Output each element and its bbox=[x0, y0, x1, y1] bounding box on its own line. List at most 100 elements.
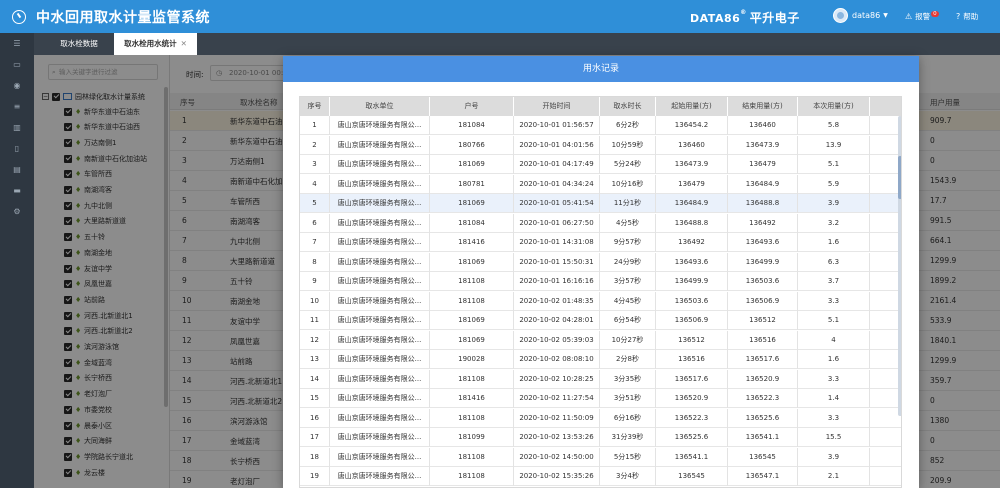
table-cell: 7 bbox=[300, 233, 330, 252]
user-menu[interactable]: data86 ▼ bbox=[833, 8, 888, 23]
table-row[interactable]: 10 唐山京唐环境服务有限公... 181108 2020-10-02 01:48:3… bbox=[300, 291, 901, 311]
table-cell: 3 bbox=[300, 155, 330, 174]
table-cell: 3.9 bbox=[798, 447, 870, 467]
table-cell: 136525.6 bbox=[728, 408, 798, 428]
table-cell: 16 bbox=[300, 408, 330, 428]
table-cell: 136545 bbox=[728, 447, 798, 467]
table-cell: 18 bbox=[300, 447, 330, 467]
table-cell: 1 bbox=[300, 116, 330, 135]
table-row[interactable]: 9 唐山京唐环境服务有限公... 181108 2020-10-01 16:16:16… bbox=[300, 272, 901, 291]
menu-icon[interactable]: ☰ bbox=[0, 33, 34, 54]
column-header: 结束用量(方) bbox=[728, 97, 798, 116]
scroll-thumb[interactable] bbox=[898, 156, 901, 199]
table-cell: 181108 bbox=[430, 467, 514, 486]
table-cell: 4 bbox=[798, 330, 870, 350]
table-row[interactable]: 12 唐山京唐环境服务有限公... 181069 2020-10-02 05:39:0… bbox=[300, 330, 901, 350]
table-row[interactable]: 17 唐山京唐环境服务有限公... 181099 2020-10-02 13:53:2… bbox=[300, 428, 901, 447]
table-cell: 2020-10-02 11:50:09 bbox=[514, 408, 600, 428]
table-cell: 2020-10-02 15:35:26 bbox=[514, 467, 600, 486]
list-icon[interactable]: ≡ bbox=[0, 96, 34, 117]
location-icon[interactable]: ◉ bbox=[0, 75, 34, 96]
help-button[interactable]: ? 帮助 bbox=[956, 11, 978, 22]
table-row[interactable]: 1 唐山京唐环境服务有限公... 181084 2020-10-01 01:56:57… bbox=[300, 116, 901, 135]
power-icon bbox=[12, 9, 26, 24]
brand-cn: 平升电子 bbox=[749, 11, 800, 25]
table-row[interactable]: 11 唐山京唐环境服务有限公... 181069 2020-10-02 04:28:0… bbox=[300, 311, 901, 330]
table-cell: 136517.6 bbox=[656, 369, 728, 389]
table-cell: 9 bbox=[300, 272, 330, 291]
tab-hydrant-stats[interactable]: 取水栓用水统计 ✕ bbox=[114, 33, 197, 55]
table-row[interactable]: 6 唐山京唐环境服务有限公... 181084 2020-10-01 06:27:50… bbox=[300, 213, 901, 233]
table-row[interactable]: 7 唐山京唐环境服务有限公... 181416 2020-10-01 14:31:08… bbox=[300, 233, 901, 252]
table-cell: 136493.6 bbox=[656, 252, 728, 272]
table-row[interactable]: 16 唐山京唐环境服务有限公... 181108 2020-10-02 11:50:0… bbox=[300, 408, 901, 428]
bell-icon: ⚠ bbox=[905, 12, 913, 21]
table-cell: 181069 bbox=[430, 311, 514, 330]
table-cell: 2020-10-02 05:39:03 bbox=[514, 330, 600, 350]
table-cell: 24分9秒 bbox=[600, 252, 656, 272]
table-row[interactable]: 19 唐山京唐环境服务有限公... 181108 2020-10-02 15:35:2… bbox=[300, 467, 901, 486]
book-icon[interactable]: ▯ bbox=[0, 138, 34, 159]
monitor-icon[interactable]: ▭ bbox=[0, 54, 34, 75]
table-cell: 4 bbox=[300, 174, 330, 194]
table-cell: 13 bbox=[300, 350, 330, 369]
row-spacer bbox=[870, 448, 901, 467]
table-cell: 2020-10-01 04:34:24 bbox=[514, 174, 600, 194]
table-cell: 唐山京唐环境服务有限公... bbox=[330, 408, 430, 428]
table-cell: 2020-10-02 04:28:01 bbox=[514, 311, 600, 330]
dialog-title: 用水记录 bbox=[283, 56, 919, 82]
table-cell: 唐山京唐环境服务有限公... bbox=[330, 467, 430, 486]
column-header: 取水单位 bbox=[330, 97, 430, 116]
document-icon[interactable]: ▤ bbox=[0, 159, 34, 180]
table-cell: 12 bbox=[300, 330, 330, 350]
column-header: 取水时长 bbox=[600, 97, 656, 116]
row-spacer bbox=[870, 467, 901, 486]
table-cell: 136516 bbox=[728, 330, 798, 350]
table-cell: 136492 bbox=[728, 213, 798, 233]
table-cell: 3分4秒 bbox=[600, 467, 656, 486]
table-cell: 136488.8 bbox=[728, 194, 798, 213]
table-cell: 136516 bbox=[656, 350, 728, 369]
table-row[interactable]: 18 唐山京唐环境服务有限公... 181108 2020-10-02 14:50:0… bbox=[300, 447, 901, 467]
table-cell: 2020-10-02 13:53:26 bbox=[514, 428, 600, 447]
column-header: 本次用量(方) bbox=[798, 97, 870, 116]
table-cell: 唐山京唐环境服务有限公... bbox=[330, 155, 430, 174]
table-row[interactable]: 2 唐山京唐环境服务有限公... 180766 2020-10-01 04:01:56… bbox=[300, 135, 901, 155]
table-row[interactable]: 3 唐山京唐环境服务有限公... 181069 2020-10-01 04:17:49… bbox=[300, 155, 901, 174]
table-cell: 3.2 bbox=[798, 213, 870, 233]
table-cell: 15.5 bbox=[798, 428, 870, 447]
table-cell: 3分51秒 bbox=[600, 389, 656, 408]
table-cell: 唐山京唐环境服务有限公... bbox=[330, 369, 430, 389]
table-cell: 5分15秒 bbox=[600, 447, 656, 467]
table-row[interactable]: 8 唐山京唐环境服务有限公... 181069 2020-10-01 15:50:31… bbox=[300, 252, 901, 272]
table-cell: 6分16秒 bbox=[600, 408, 656, 428]
column-header: 序号 bbox=[300, 97, 330, 116]
table-cell: 2020-10-01 14:31:08 bbox=[514, 233, 600, 252]
table-row[interactable]: 5 唐山京唐环境服务有限公... 181069 2020-10-01 05:41:54… bbox=[300, 194, 901, 213]
close-icon[interactable]: ✕ bbox=[181, 39, 187, 48]
table-cell: 2020-10-01 16:16:16 bbox=[514, 272, 600, 291]
table-cell: 136547.1 bbox=[728, 467, 798, 486]
table-row[interactable]: 4 唐山京唐环境服务有限公... 180781 2020-10-01 04:34:24… bbox=[300, 174, 901, 194]
table-row[interactable]: 15 唐山京唐环境服务有限公... 181416 2020-10-02 11:27:5… bbox=[300, 389, 901, 408]
table-cell: 唐山京唐环境服务有限公... bbox=[330, 428, 430, 447]
table-cell: 181084 bbox=[430, 213, 514, 233]
table-cell: 136525.6 bbox=[656, 428, 728, 447]
table-cell: 2020-10-01 04:17:49 bbox=[514, 155, 600, 174]
table-cell: 2020-10-02 11:27:54 bbox=[514, 389, 600, 408]
screen-icon[interactable]: ▬ bbox=[0, 180, 34, 201]
table-row[interactable]: 13 唐山京唐环境服务有限公... 190028 2020-10-02 08:08:1… bbox=[300, 350, 901, 369]
chart-icon[interactable]: ▥ bbox=[0, 117, 34, 138]
table-cell: 6分2秒 bbox=[600, 116, 656, 135]
settings-icon[interactable]: ⚙ bbox=[0, 201, 34, 222]
column-header: 开始时间 bbox=[514, 97, 600, 116]
table-cell: 136541.1 bbox=[656, 447, 728, 467]
table-cell: 2 bbox=[300, 135, 330, 155]
table-cell: 14 bbox=[300, 369, 330, 389]
table-row[interactable]: 14 唐山京唐环境服务有限公... 181108 2020-10-02 10:28:2… bbox=[300, 369, 901, 389]
column-header: 户号 bbox=[430, 97, 514, 116]
table-cell: 31分39秒 bbox=[600, 428, 656, 447]
alarm-button[interactable]: ⚠ 报警 0 bbox=[905, 10, 939, 22]
tab-hydrant-data[interactable]: 取水栓数据 bbox=[44, 33, 114, 55]
table-cell: 2020-10-02 01:48:35 bbox=[514, 291, 600, 311]
